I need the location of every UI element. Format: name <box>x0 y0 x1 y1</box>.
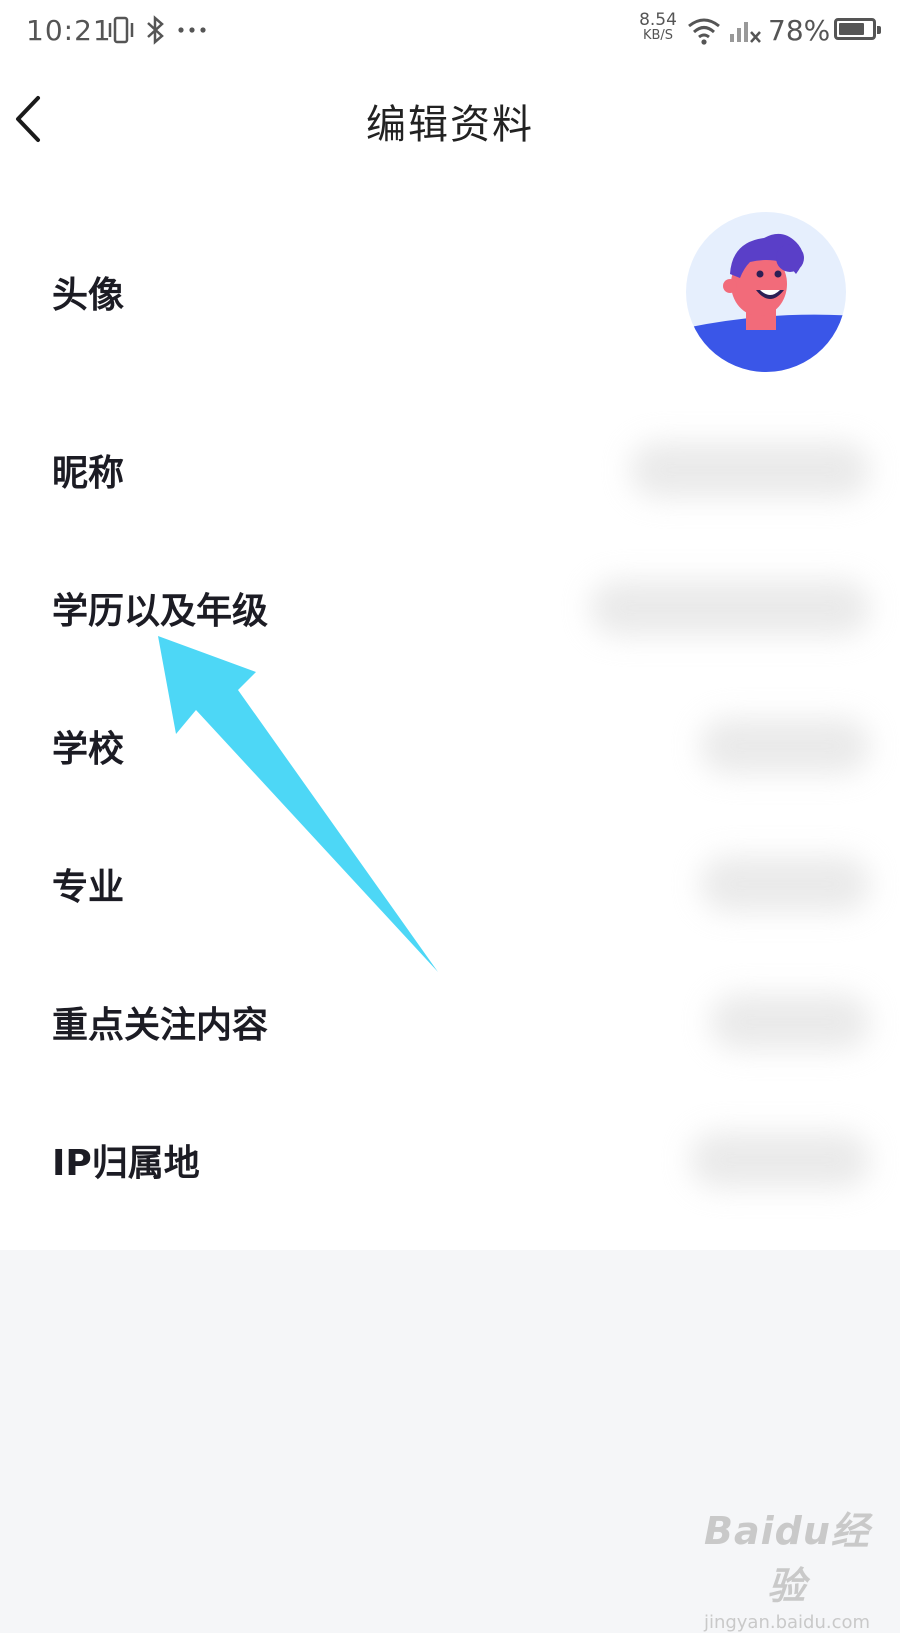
row-nickname[interactable]: 昵称 <box>0 420 900 516</box>
battery-fill <box>839 23 864 35</box>
row-focus-content[interactable]: 重点关注内容 <box>0 972 900 1068</box>
row-label: 重点关注内容 <box>52 1005 269 1046</box>
row-label: IP归属地 <box>52 1143 200 1184</box>
watermark-logo: Baidu经验 <box>704 1509 870 1608</box>
education-value-blurred <box>590 580 870 636</box>
nav-bar: 编辑资料 <box>0 64 900 174</box>
row-label: 专业 <box>52 867 125 908</box>
row-label: 学历以及年级 <box>52 591 269 632</box>
status-time: 10:21 <box>26 14 112 47</box>
school-value-blurred <box>700 718 870 774</box>
battery-nub <box>877 26 881 34</box>
page-title: 编辑资料 <box>366 102 534 148</box>
avatar[interactable] <box>686 212 846 372</box>
net-speed-unit: KB/S <box>642 28 674 43</box>
net-speed: 8.54 KB/S <box>636 12 680 44</box>
vibrate-icon <box>106 14 136 54</box>
row-label: 头像 <box>52 275 125 316</box>
row-school[interactable]: 学校 <box>0 696 900 792</box>
nickname-value-blurred <box>630 442 870 498</box>
row-label: 学校 <box>52 729 125 770</box>
avatar-illustration <box>686 212 846 372</box>
watermark-url: jingyan.baidu.com <box>703 1612 871 1633</box>
row-major[interactable]: 专业 <box>0 834 900 930</box>
row-education[interactable]: 学历以及年级 <box>0 558 900 654</box>
bluetooth-icon <box>144 14 168 54</box>
battery-percent: 78% <box>768 14 831 47</box>
major-value-blurred <box>700 856 870 912</box>
row-label: 昵称 <box>52 453 125 494</box>
status-bar: 10:21 8.54 KB/S 78% <box>0 0 900 64</box>
signal-icon <box>728 14 762 54</box>
more-dots-icon <box>176 14 208 54</box>
row-ip-location[interactable]: IP归属地 <box>0 1110 900 1206</box>
watermark: Baidu经验 jingyan.baidu.com <box>692 1500 882 1633</box>
wifi-icon <box>686 14 722 54</box>
focus-value-blurred <box>710 994 870 1050</box>
battery-icon <box>834 18 881 40</box>
ip-value-blurred <box>690 1132 870 1188</box>
net-speed-value: 8.54 <box>639 10 677 30</box>
